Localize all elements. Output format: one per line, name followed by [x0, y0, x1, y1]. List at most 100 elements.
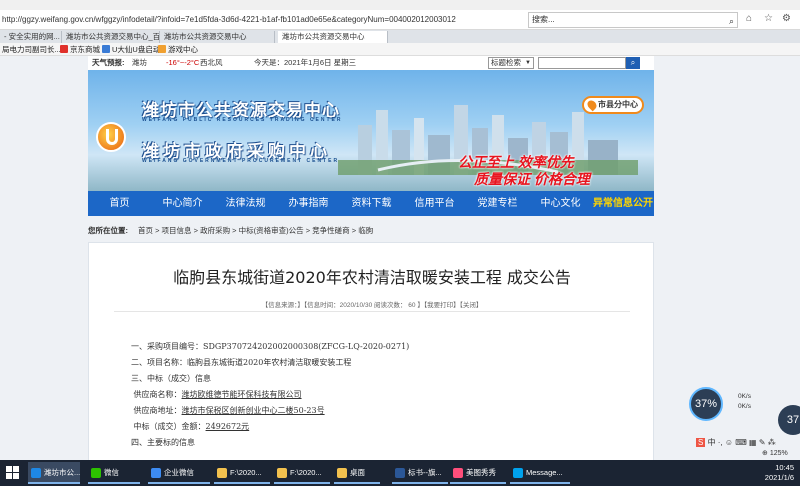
home-icon[interactable]: ⌂	[746, 13, 752, 24]
site-search-input[interactable]	[538, 57, 626, 69]
branch-center-button[interactable]: 市县分中心	[582, 96, 644, 114]
clock-date: 2021/1/6	[764, 473, 794, 482]
windows-start-icon[interactable]	[6, 466, 20, 480]
divider	[114, 311, 630, 312]
award-amount-label: 中标（成交）金额：	[133, 422, 206, 431]
taskbar-item-meitu[interactable]: 美图秀秀	[450, 462, 506, 484]
usb-icon	[102, 45, 110, 53]
site-logo-icon	[96, 122, 126, 152]
taskbar-item-folder-2[interactable]: F:\2020...	[274, 462, 330, 484]
taskbar-item-label: F:\2020...	[290, 468, 322, 477]
taskbar-item-word[interactable]: 标书--旗...	[392, 462, 448, 484]
sogou-icon: S	[696, 438, 706, 447]
site-subtitle-1: WEIFANG PUBLIC RESOURCES TRADING CENTER	[142, 117, 343, 123]
weather-label: 天气预报:	[92, 58, 125, 67]
fav-item-2-label: 京东商城	[70, 45, 100, 54]
favorites-bar: 局电力司副司长... 京东商城 U大仙U盘启动 游戏中心	[0, 43, 800, 56]
taskbar-item-wechat[interactable]: 微信	[88, 462, 140, 484]
chevron-down-icon: ▼	[525, 60, 531, 66]
weather-city: 潍坊	[132, 58, 147, 67]
taskbar-item-label: 微信	[104, 468, 119, 477]
nav-laws[interactable]: 法律法规	[214, 191, 277, 216]
article-meta[interactable]: 【信息来源：】【信息时间：2020/10/30 阅读次数： 60 】【我要打印】…	[89, 299, 655, 309]
zoom-level[interactable]: ⊕ 125%	[762, 449, 788, 457]
breadcrumb-path[interactable]: 首页 > 项目信息 > 政府采购 > 中标(资格审查)公告 > 竞争性磋商 > …	[138, 221, 373, 241]
nav-credit[interactable]: 信用平台	[403, 191, 466, 216]
taskbar-item-label: 标书--旗...	[408, 468, 442, 477]
nav-party[interactable]: 党建专栏	[466, 191, 529, 216]
taskbar-item-label: 潍坊市公...	[44, 468, 80, 477]
taskbar-item-message[interactable]: Message...	[510, 462, 570, 484]
search-type-select[interactable]: 标题检索 ▼	[488, 57, 534, 69]
clock-time: 10:45	[775, 463, 794, 472]
breadcrumb-label: 您所在位置:	[88, 226, 128, 235]
message-icon	[513, 468, 523, 478]
weather-wind: 西北风	[200, 58, 223, 67]
site-search-button[interactable]: ⌕	[626, 57, 640, 69]
search-type-value: 标题检索	[491, 58, 521, 67]
breadcrumb: 您所在位置: 首页 > 项目信息 > 政府采购 > 中标(资格审查)公告 > 竞…	[88, 221, 654, 241]
system-clock[interactable]: 10:45 2021/1/6	[765, 463, 794, 483]
article-title: 临朐县东城街道2020年农村清洁取暖安装工程 成交公告	[173, 268, 571, 287]
nav-guide[interactable]: 办事指南	[277, 191, 340, 216]
wechat-icon	[91, 468, 101, 478]
article-line-2: 二、项目名称：临朐县东城街道2020年农村清洁取暖安装工程	[131, 358, 352, 367]
favorites-star-icon[interactable]: ☆	[764, 13, 773, 24]
article-line-3: 三、中标（成交）信息	[131, 374, 211, 383]
jd-icon	[60, 45, 68, 53]
supplier-name-value: 潍坊欧维德节能环保科技有限公司	[181, 390, 302, 399]
taskbar-item-label: 美图秀秀	[466, 468, 496, 477]
main-nav: 首页 中心简介 法律法规 办事指南 资料下载 信用平台 党建专栏 中心文化 异常…	[88, 191, 654, 216]
folder-icon	[337, 468, 347, 478]
fav-item-4[interactable]: 游戏中心	[158, 44, 198, 55]
upload-speed: 0K/s	[737, 393, 751, 400]
fav-item-1[interactable]: 局电力司副司长...	[2, 44, 61, 55]
taskbar-item-label: Message...	[526, 468, 563, 477]
taskbar: 潍坊市公... 微信 企业微信 F:\2020... F:\2020... 桌面…	[0, 460, 800, 486]
download-speed: 0K/s	[737, 403, 751, 410]
tab-3[interactable]: 潍坊市公共资源交易中心	[160, 31, 275, 43]
supplier-address-value: 潍坊市保税区创新创业中心二楼50-23号	[181, 406, 325, 415]
folder-icon	[277, 468, 287, 478]
nav-home[interactable]: 首页	[88, 191, 151, 216]
net-speed: 0K/s 0K/s	[723, 392, 751, 412]
meitu-icon	[453, 468, 463, 478]
wework-icon	[151, 468, 161, 478]
article-line-7: 四、主要标的信息	[131, 438, 195, 447]
nav-anomaly-info[interactable]: 异常信息公开	[592, 191, 654, 216]
fav-item-1-label: 局电力司副司长...	[2, 45, 61, 54]
search-icon[interactable]: ⌕	[729, 14, 734, 28]
award-amount-row: 中标（成交）金额：2492672元	[131, 419, 409, 435]
article-body: 一、采购项目编号：SDGP370724202002000308(ZFCG-LQ-…	[131, 339, 409, 451]
weather-temp: -16°~-2°C	[166, 58, 200, 67]
fav-item-4-label: 游戏中心	[168, 45, 198, 54]
nav-culture[interactable]: 中心文化	[529, 191, 592, 216]
fav-item-3[interactable]: U大仙U盘启动	[102, 44, 160, 55]
tab-2[interactable]: 潍坊市公共资源交易中心_百度搜...	[62, 31, 160, 43]
taskbar-item-label: F:\2020...	[230, 468, 262, 477]
taskbar-item-browser[interactable]: 潍坊市公...	[28, 462, 80, 484]
taskbar-item-label: 企业微信	[164, 468, 194, 477]
nav-about[interactable]: 中心简介	[151, 191, 214, 216]
cpu-gauge-2[interactable]: 37	[778, 405, 800, 435]
url-field[interactable]: http://ggzy.weifang.gov.cn/wfggzy/infode…	[2, 13, 522, 27]
fav-item-2[interactable]: 京东商城	[60, 44, 100, 55]
zoom-value: 125%	[769, 450, 788, 457]
browser-search-input[interactable]: 搜索... ⌕	[528, 12, 738, 28]
taskbar-item-desktop[interactable]: 桌面	[334, 462, 380, 484]
taskbar-item-wework[interactable]: 企业微信	[148, 462, 210, 484]
game-icon	[158, 45, 166, 53]
nav-downloads[interactable]: 资料下载	[340, 191, 403, 216]
cpu-gauge[interactable]: 37%	[689, 387, 723, 421]
search-icon: ⌕	[630, 58, 636, 67]
settings-gear-icon[interactable]: ⚙	[782, 13, 791, 24]
ime-toolbar[interactable]: S 中 ·, ☺ ⌨ ▦ ✎ ⁂	[696, 437, 776, 448]
address-bar: http://ggzy.weifang.gov.cn/wfggzy/infode…	[0, 10, 800, 30]
tab-4-active[interactable]: 潍坊市公共资源交易中心	[278, 31, 388, 43]
top-info-strip: 天气预报: 潍坊 -16°~-2°C 西北风 今天是：2021年1月6日 星期三…	[88, 56, 654, 70]
supplier-name-label: 供应商名称：	[133, 390, 182, 399]
article-panel: 临朐县东城街道2020年农村清洁取暖安装工程 成交公告 【信息来源：】【信息时间…	[88, 242, 654, 460]
tab-1[interactable]: - 安全实用的网...	[0, 31, 62, 43]
taskbar-item-folder-1[interactable]: F:\2020...	[214, 462, 270, 484]
browser-icon	[31, 468, 41, 478]
